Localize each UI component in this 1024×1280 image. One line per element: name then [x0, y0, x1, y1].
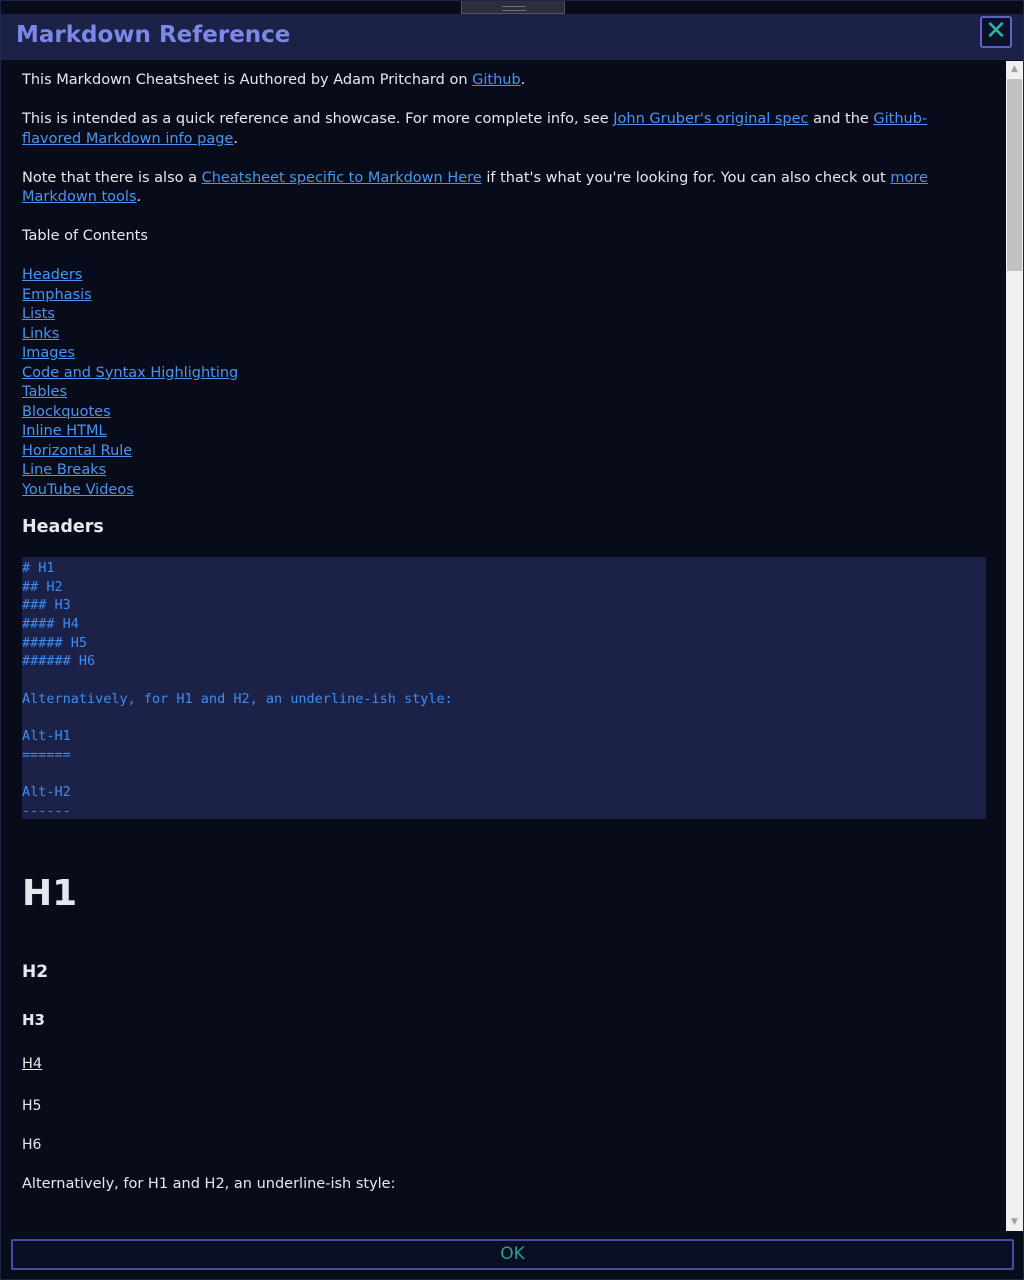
- content-pane: This Markdown Cheatsheet is Authored by …: [1, 61, 1006, 1231]
- toc-heading: Table of Contents: [22, 228, 148, 244]
- code-line: ##### H5: [22, 634, 88, 651]
- toc-link-code[interactable]: Code and Syntax Highlighting: [22, 364, 984, 384]
- github-link[interactable]: Github: [472, 72, 521, 88]
- sample-h3: H3: [22, 1011, 45, 1029]
- code-line: # H1: [22, 560, 55, 576]
- sample-h6: H6: [22, 1137, 42, 1153]
- code-block: # H1 ## H2 ### H3 #### H4 ##### H5 #####…: [22, 557, 986, 819]
- toc-link-line-breaks[interactable]: Line Breaks: [22, 461, 984, 481]
- text: if that's what you're looking for. You c…: [481, 169, 891, 186]
- text: .: [233, 130, 238, 147]
- code-line: ### H3: [22, 597, 71, 614]
- alt-style-text: Alternatively, for H1 and H2, an underli…: [22, 1176, 396, 1192]
- text: .: [136, 189, 142, 205]
- table-of-contents: Headers Emphasis Lists Links Images Code…: [22, 266, 984, 500]
- dialog-title: Markdown Reference: [16, 22, 291, 48]
- code-line: ###### H6: [22, 653, 96, 670]
- grip-icon: [502, 6, 526, 11]
- code-line: ------: [22, 802, 71, 819]
- close-icon: ✕: [985, 16, 1007, 46]
- text: This Markdown Cheatsheet is Authored by …: [22, 72, 473, 88]
- toc-link-lists[interactable]: Lists: [22, 305, 984, 325]
- code-line: #### H4: [22, 616, 79, 633]
- close-button[interactable]: ✕: [980, 16, 1012, 48]
- intro-paragraph-1: This Markdown Cheatsheet is Authored by …: [22, 71, 984, 91]
- text: Note that there is also a: [22, 169, 202, 186]
- code-line: ======: [22, 746, 71, 763]
- title-bar: Markdown Reference ✕: [1, 14, 1023, 60]
- content-body: This Markdown Cheatsheet is Authored by …: [22, 71, 986, 1194]
- intro-paragraph-2: This is intended as a quick reference an…: [22, 110, 984, 149]
- code-line: Alt-H2: [22, 784, 71, 801]
- drag-handle[interactable]: [461, 1, 565, 14]
- code-line: Alternatively, for H1 and H2, an underli…: [22, 690, 453, 707]
- markdown-here-cheatsheet-link[interactable]: Cheatsheet specific to Markdown Here: [202, 170, 482, 186]
- toc-link-links[interactable]: Links: [22, 325, 984, 345]
- toc-link-emphasis[interactable]: Emphasis: [22, 286, 984, 306]
- gruber-spec-link[interactable]: John Gruber's original spec: [613, 111, 808, 127]
- text: .: [520, 72, 526, 88]
- sample-h4: H4: [22, 1056, 43, 1072]
- text: This is intended as a quick reference an…: [22, 111, 614, 127]
- sample-h5: H5: [22, 1098, 42, 1114]
- code-line: ## H2: [22, 578, 63, 595]
- toc-link-blockquotes[interactable]: Blockquotes: [22, 403, 984, 423]
- toc-link-images[interactable]: Images: [22, 344, 984, 364]
- toc-link-tables[interactable]: Tables: [22, 383, 984, 403]
- intro-paragraph-3: Note that there is also a Cheatsheet spe…: [22, 169, 984, 208]
- scroll-thumb[interactable]: [1007, 79, 1022, 271]
- dialog-footer: OK: [1, 1231, 1023, 1279]
- toc-link-horizontal-rule[interactable]: Horizontal Rule: [22, 442, 984, 462]
- markdown-reference-dialog: Markdown Reference ✕ This Markdown Cheat…: [0, 0, 1024, 1280]
- scroll-up-arrow-icon[interactable]: ▲: [1006, 61, 1023, 78]
- sample-h1: H1: [22, 873, 78, 914]
- section-heading-headers: Headers: [22, 517, 104, 537]
- toc-link-youtube-videos[interactable]: YouTube Videos: [22, 481, 984, 501]
- code-line: Alt-H1: [22, 728, 71, 745]
- text: and the: [808, 111, 874, 127]
- vertical-scrollbar[interactable]: ▲ ▼: [1006, 61, 1023, 1231]
- ok-button[interactable]: OK: [11, 1239, 1014, 1270]
- toc-link-inline-html[interactable]: Inline HTML: [22, 422, 984, 442]
- toc-link-headers[interactable]: Headers: [22, 266, 984, 286]
- scroll-down-arrow-icon[interactable]: ▼: [1006, 1214, 1023, 1231]
- sample-h2: H2: [22, 962, 49, 982]
